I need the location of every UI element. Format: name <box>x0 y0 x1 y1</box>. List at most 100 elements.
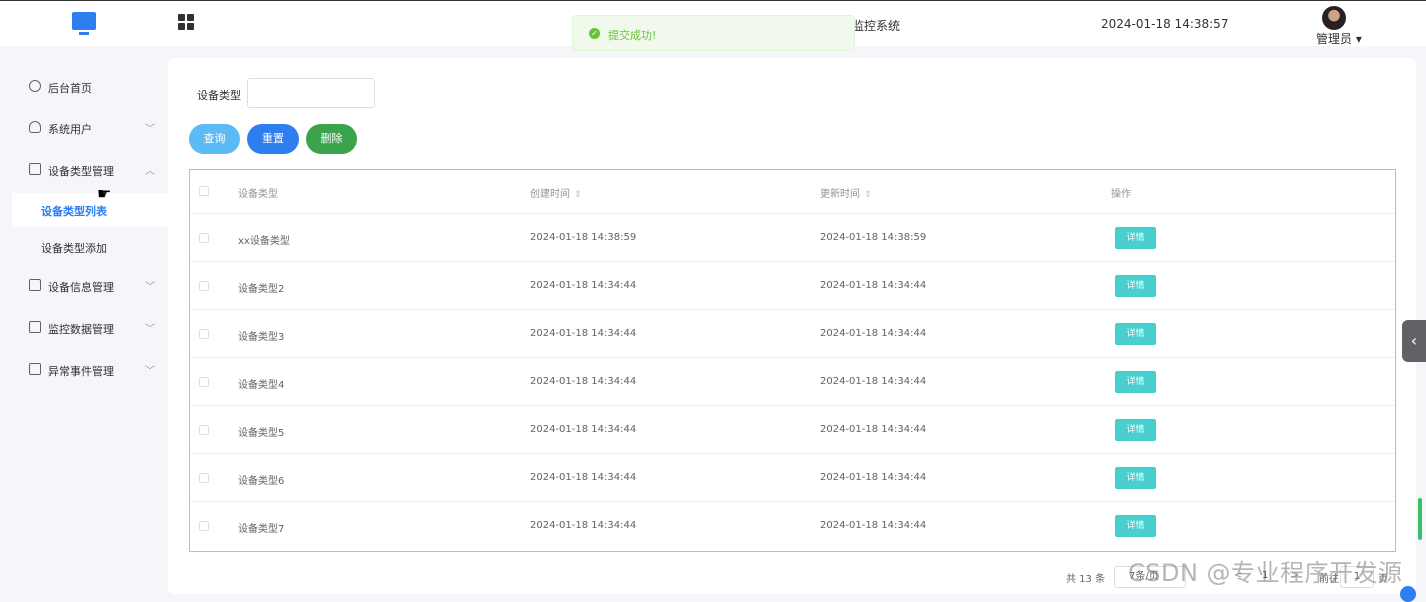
cell-created: 2024-01-18 14:34:44 <box>530 472 637 483</box>
cell-updated: 2024-01-18 14:38:59 <box>820 232 927 243</box>
column-header-updated-label: 更新时间 <box>820 189 860 200</box>
cell-name: 设备类型3 <box>238 332 285 343</box>
row-checkbox[interactable] <box>199 329 209 339</box>
sidebar-subitem-device-type-list[interactable]: 设备类型列表 <box>12 193 168 227</box>
table-row: 设备类型3 2024-01-18 14:34:44 2024-01-18 14:… <box>190 310 1395 358</box>
column-header-created[interactable]: 创建时间 ⇕ <box>530 185 582 200</box>
cell-name: 设备类型7 <box>238 524 285 535</box>
sidebar-subitem-device-type-add[interactable]: 设备类型添加 <box>12 230 168 264</box>
sidebar-item-home[interactable]: 后台首页 <box>0 69 168 105</box>
chevron-down-icon: ﹀ <box>145 324 155 335</box>
table-row: 设备类型5 2024-01-18 14:34:44 2024-01-18 14:… <box>190 406 1395 454</box>
sidebar-item-label: 设备类型管理 <box>48 165 114 178</box>
check-circle-icon: ✓ <box>589 28 600 39</box>
chevron-down-icon: ﹀ <box>145 124 155 135</box>
sidebar-item-label: 系统用户 <box>48 123 92 136</box>
cell-created: 2024-01-18 14:34:44 <box>530 424 637 435</box>
cell-name: 设备类型6 <box>238 476 285 487</box>
device-type-input[interactable] <box>247 78 375 108</box>
cell-created: 2024-01-18 14:38:59 <box>530 232 637 243</box>
filter-label: 设备类型 <box>197 89 241 102</box>
column-header-created-label: 创建时间 <box>530 189 570 200</box>
watermark: CSDN @专业程序开发源 <box>1128 559 1403 587</box>
cell-created: 2024-01-18 14:34:44 <box>530 328 637 339</box>
monitor-icon <box>29 321 41 333</box>
scrollbar[interactable] <box>1418 498 1422 540</box>
cell-updated: 2024-01-18 14:34:44 <box>820 280 927 291</box>
sidebar-item-label: 异常事件管理 <box>48 365 114 378</box>
chevron-up-icon: ︿ <box>145 166 155 177</box>
avatar[interactable] <box>1322 6 1346 30</box>
cell-created: 2024-01-18 14:34:44 <box>530 520 637 531</box>
detail-button[interactable]: 详情 <box>1115 467 1156 489</box>
cell-created: 2024-01-18 14:34:44 <box>530 376 637 387</box>
chevron-down-icon: ﹀ <box>145 282 155 293</box>
app-grid-icon[interactable] <box>178 14 194 30</box>
toast-message: 提交成功! <box>608 29 657 42</box>
table-row: 设备类型2 2024-01-18 14:34:44 2024-01-18 14:… <box>190 262 1395 310</box>
sidebar-subitem-label: 设备类型列表 <box>41 205 107 218</box>
current-datetime: 2024-01-18 14:38:57 <box>1101 17 1229 31</box>
monitor-icon <box>29 163 41 175</box>
device-type-table: 设备类型 创建时间 ⇕ 更新时间 ⇕ 操作 xx设备类型 2024-01-18 14… <box>189 169 1396 552</box>
query-button[interactable]: 查询 <box>189 124 240 154</box>
column-header-updated[interactable]: 更新时间 ⇕ <box>820 185 872 200</box>
monitor-icon <box>29 279 41 291</box>
table-row: xx设备类型 2024-01-18 14:38:59 2024-01-18 14… <box>190 214 1395 262</box>
sort-icon[interactable]: ⇕ <box>574 190 582 200</box>
cell-name: 设备类型2 <box>238 284 285 295</box>
table-row: 设备类型4 2024-01-18 14:34:44 2024-01-18 14:… <box>190 358 1395 406</box>
monitor-icon <box>29 363 41 375</box>
cell-name: xx设备类型 <box>238 236 290 247</box>
sidebar-item-label: 设备信息管理 <box>48 281 114 294</box>
detail-button[interactable]: 详情 <box>1115 227 1156 249</box>
column-header-name: 设备类型 <box>238 189 278 200</box>
cell-name: 设备类型5 <box>238 428 285 439</box>
table-row: 设备类型6 2024-01-18 14:34:44 2024-01-18 14:… <box>190 454 1395 502</box>
sidebar-item-device-info-mgmt[interactable]: 设备信息管理 ﹀ <box>0 268 168 304</box>
detail-button[interactable]: 详情 <box>1115 323 1156 345</box>
system-title: 监控系统 <box>852 19 901 33</box>
detail-button[interactable]: 详情 <box>1115 419 1156 441</box>
user-menu[interactable]: 管理员 ▾ <box>1316 30 1362 47</box>
row-checkbox[interactable] <box>199 425 209 435</box>
row-checkbox[interactable] <box>199 521 209 531</box>
success-toast: ✓ 提交成功! <box>572 15 855 51</box>
sidebar-item-monitor-data-mgmt[interactable]: 监控数据管理 ﹀ <box>0 310 168 346</box>
cell-name: 设备类型4 <box>238 380 285 391</box>
cell-updated: 2024-01-18 14:34:44 <box>820 376 927 387</box>
user-icon <box>29 121 41 133</box>
detail-button[interactable]: 详情 <box>1115 515 1156 537</box>
select-all-checkbox[interactable] <box>199 186 209 196</box>
sidebar-subitem-label: 设备类型添加 <box>41 242 107 255</box>
table-row: 设备类型7 2024-01-18 14:34:44 2024-01-18 14:… <box>190 502 1395 550</box>
row-checkbox[interactable] <box>199 281 209 291</box>
sidebar-item-device-type-mgmt[interactable]: 设备类型管理 ︿ <box>0 152 168 188</box>
cell-updated: 2024-01-18 14:34:44 <box>820 328 927 339</box>
detail-button[interactable]: 详情 <box>1115 371 1156 393</box>
help-icon[interactable] <box>1400 586 1416 602</box>
clock-icon <box>29 80 41 92</box>
delete-button[interactable]: 删除 <box>306 124 357 154</box>
column-header-actions: 操作 <box>1111 189 1131 200</box>
monitor-logo-icon <box>72 12 96 35</box>
sidebar-item-exception-event-mgmt[interactable]: 异常事件管理 ﹀ <box>0 352 168 388</box>
cell-updated: 2024-01-18 14:34:44 <box>820 472 927 483</box>
cell-updated: 2024-01-18 14:34:44 <box>820 520 927 531</box>
sidebar-item-label: 监控数据管理 <box>48 323 114 336</box>
chevron-down-icon: ﹀ <box>145 366 155 377</box>
row-checkbox[interactable] <box>199 377 209 387</box>
table-header: 设备类型 创建时间 ⇕ 更新时间 ⇕ 操作 <box>190 170 1395 214</box>
row-checkbox[interactable] <box>199 473 209 483</box>
collapse-panel-button[interactable]: ‹ <box>1402 320 1426 362</box>
sidebar-item-system-users[interactable]: 系统用户 ﹀ <box>0 110 168 146</box>
cell-created: 2024-01-18 14:34:44 <box>530 280 637 291</box>
sort-icon[interactable]: ⇕ <box>864 190 872 200</box>
detail-button[interactable]: 详情 <box>1115 275 1156 297</box>
pagination-total: 共 13 条 <box>1066 574 1106 585</box>
hand-cursor-icon: ☛ <box>97 184 112 203</box>
cell-updated: 2024-01-18 14:34:44 <box>820 424 927 435</box>
sidebar-item-label: 后台首页 <box>48 82 92 95</box>
row-checkbox[interactable] <box>199 233 209 243</box>
reset-button[interactable]: 重置 <box>247 124 299 154</box>
